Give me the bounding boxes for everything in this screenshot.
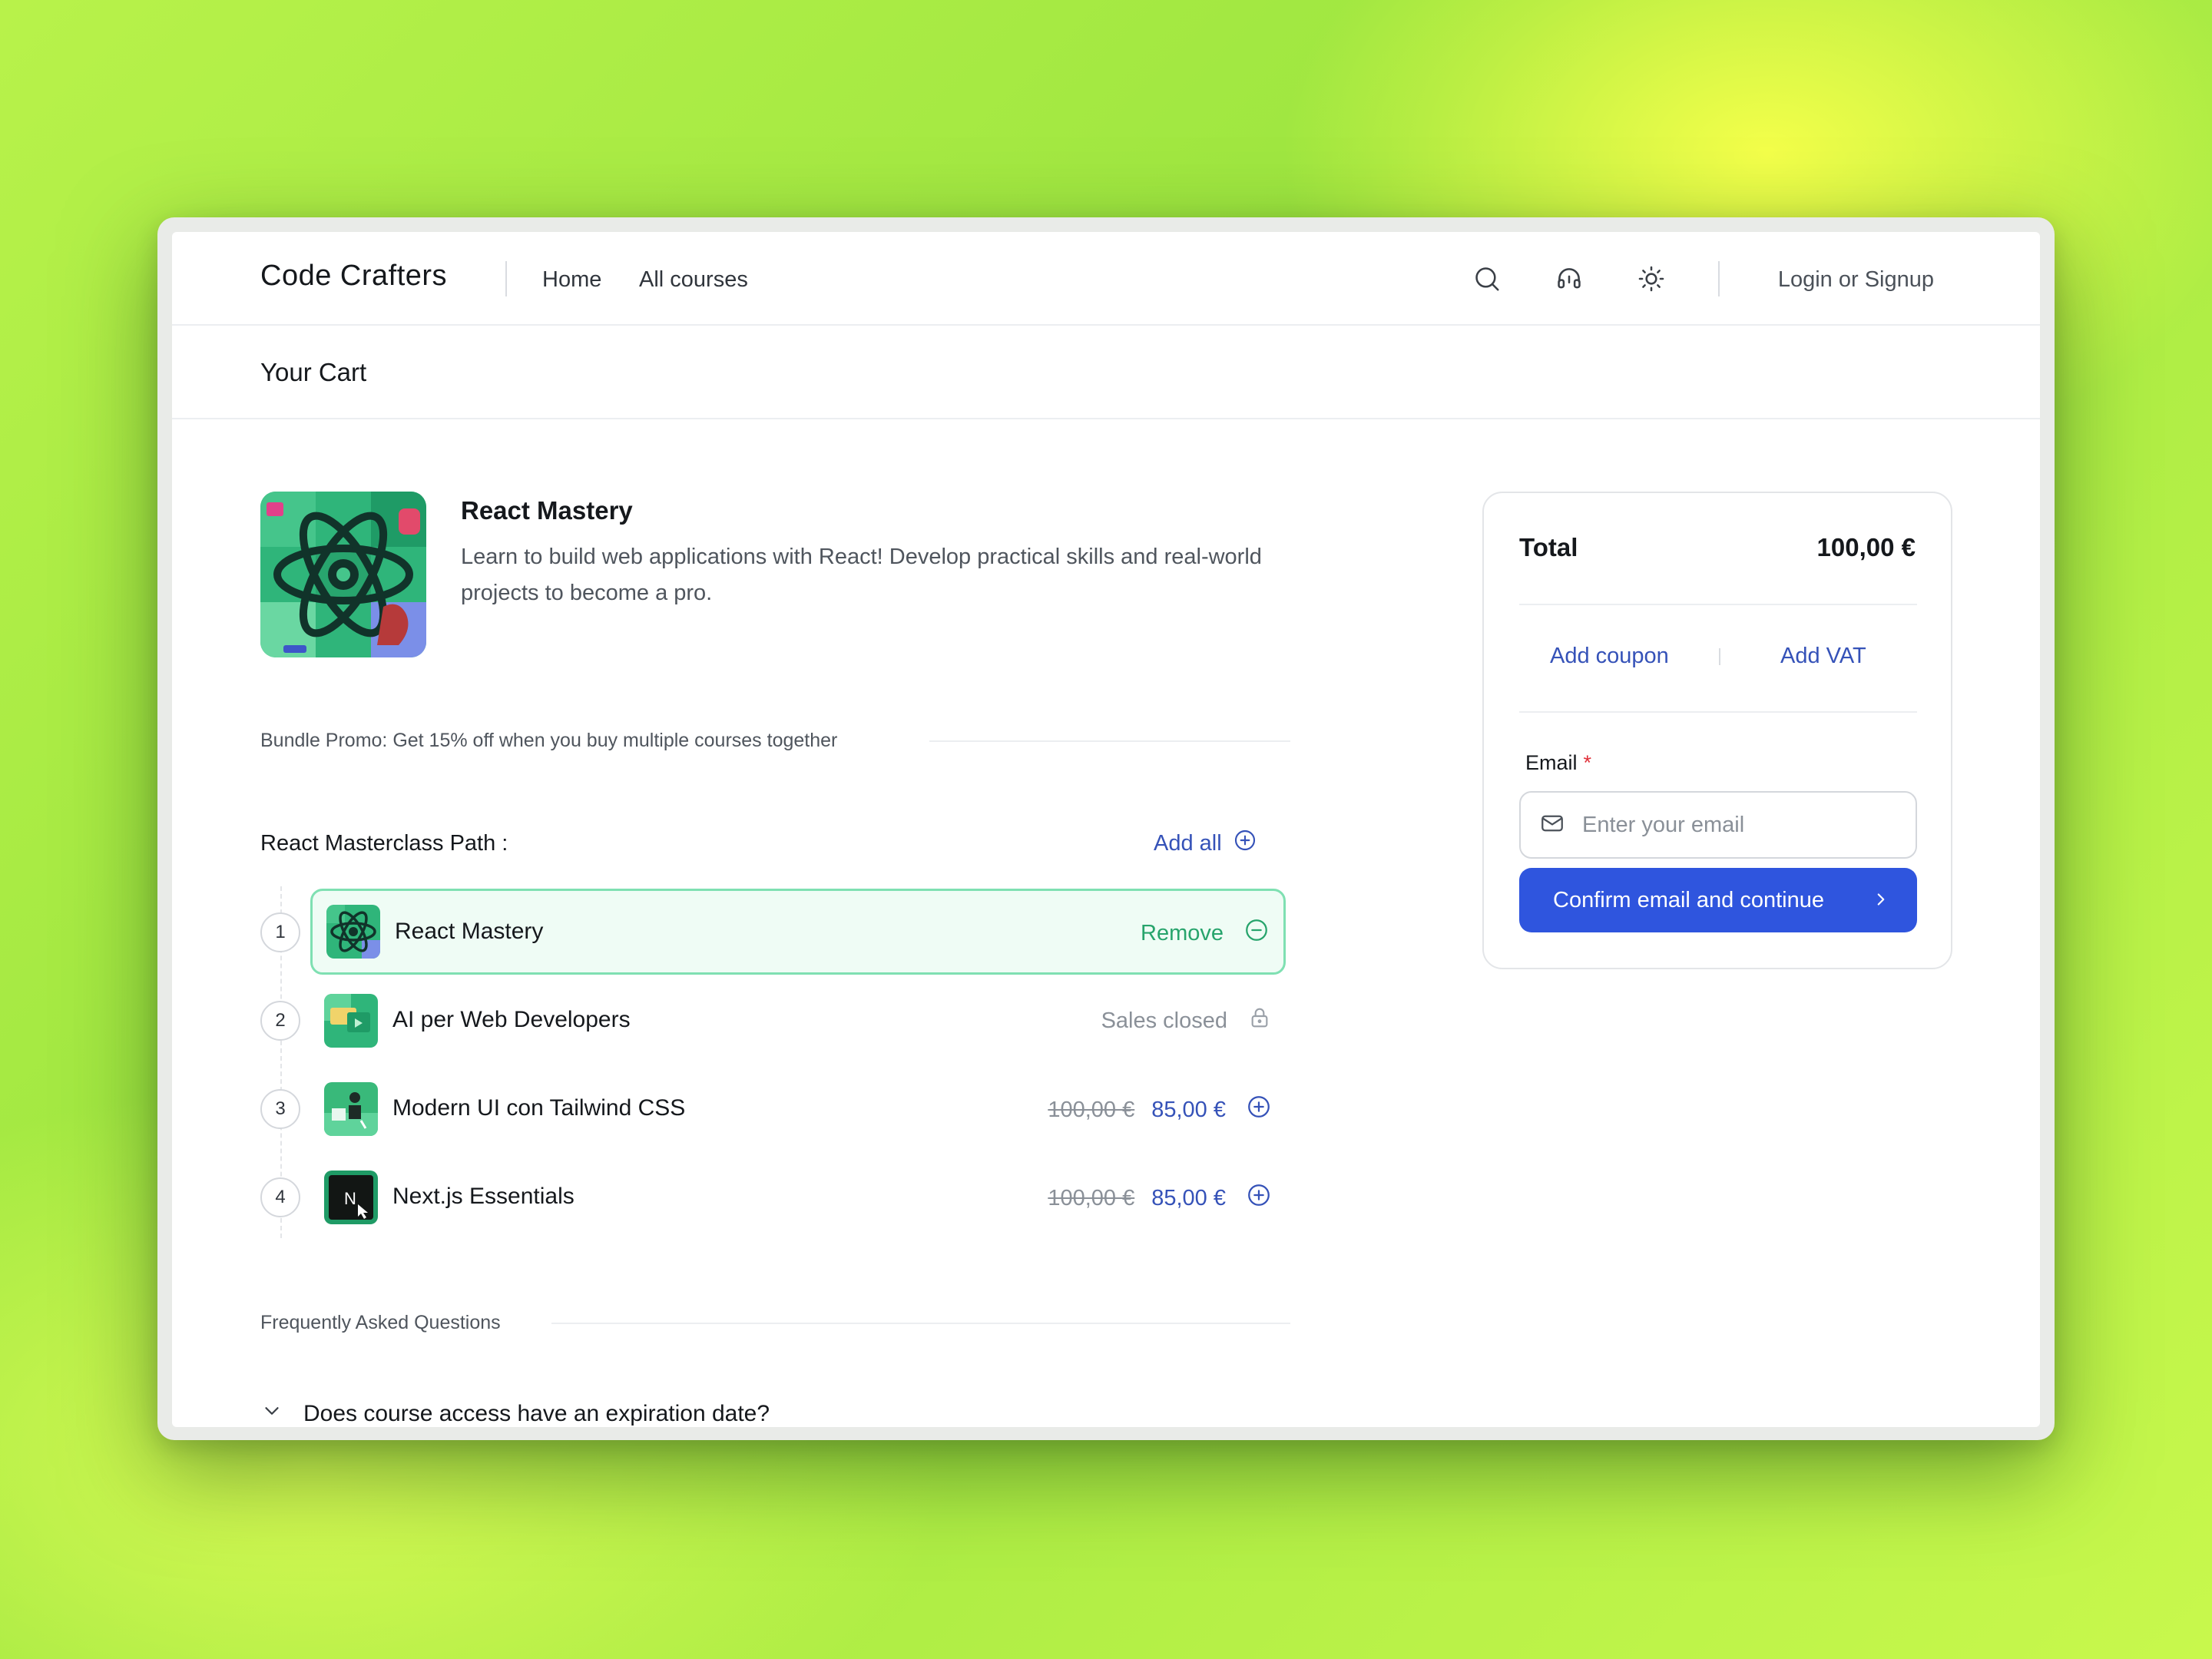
cart-item-title: React Mastery bbox=[461, 496, 633, 525]
divider bbox=[1519, 604, 1917, 605]
nav-divider bbox=[505, 261, 507, 296]
bundle-course-row: React Mastery Remove bbox=[310, 889, 1286, 975]
remove-button[interactable]: Remove bbox=[1141, 917, 1270, 949]
plus-circle-icon bbox=[1246, 1094, 1272, 1126]
confirm-email-button[interactable]: Confirm email and continue bbox=[1519, 868, 1917, 932]
lock-icon bbox=[1247, 1005, 1272, 1036]
required-marker: * bbox=[1583, 751, 1592, 774]
step-number: 4 bbox=[260, 1177, 300, 1217]
order-summary-card: Total 100,00 € Add coupon Add VAT Email *… bbox=[1482, 492, 1952, 969]
course-title: Next.js Essentials bbox=[392, 1184, 575, 1209]
add-course-button[interactable]: 100,00 € 85,00 € bbox=[1048, 1094, 1272, 1126]
faq-question: Does course access have an expiration da… bbox=[303, 1401, 770, 1426]
headset-icon[interactable] bbox=[1551, 261, 1587, 296]
total-label: Total bbox=[1519, 533, 1578, 561]
step-number: 3 bbox=[260, 1089, 300, 1129]
mail-icon bbox=[1539, 810, 1565, 840]
course-title: React Mastery bbox=[395, 919, 544, 944]
email-label-text: Email bbox=[1525, 751, 1578, 774]
top-navbar: Code Crafters Home All courses Login or … bbox=[172, 232, 2040, 326]
remove-label: Remove bbox=[1141, 920, 1224, 945]
chevron-down-icon bbox=[260, 1399, 283, 1427]
course-thumbnail bbox=[260, 492, 426, 657]
bundle-course-row: N Next.js Essentials 100,00 € 85,00 € bbox=[310, 1154, 1286, 1240]
step-number: 1 bbox=[260, 912, 300, 952]
email-input[interactable] bbox=[1582, 812, 1874, 838]
course-title: AI per Web Developers bbox=[392, 1007, 631, 1032]
bundle-course-row: Modern UI con Tailwind CSS 100,00 € 85,0… bbox=[310, 1066, 1286, 1152]
minus-circle-icon bbox=[1243, 917, 1270, 949]
bundle-path-title: React Masterclass Path : bbox=[260, 831, 508, 856]
course-thumbnail bbox=[326, 905, 380, 959]
email-label: Email * bbox=[1525, 751, 1591, 775]
course-thumbnail: N bbox=[324, 1171, 378, 1224]
bundle-course-row: AI per Web Developers Sales closed bbox=[310, 978, 1286, 1064]
email-field[interactable] bbox=[1519, 791, 1917, 859]
original-price: 100,00 € bbox=[1048, 1185, 1135, 1210]
login-signup-link[interactable]: Login or Signup bbox=[1778, 267, 1934, 293]
faq-heading: Frequently Asked Questions bbox=[260, 1312, 501, 1333]
confirm-button-label: Confirm email and continue bbox=[1553, 887, 1825, 912]
browser-window: Code Crafters Home All courses Login or … bbox=[172, 232, 2040, 1427]
sales-closed-status: Sales closed bbox=[1101, 1005, 1272, 1036]
page-title: Your Cart bbox=[260, 358, 367, 386]
bundle-promo-text: Bundle Promo: Get 15% off when you buy m… bbox=[260, 730, 838, 751]
plus-circle-icon bbox=[1246, 1182, 1272, 1214]
chevron-right-icon bbox=[1871, 889, 1891, 916]
discounted-price: 85,00 € bbox=[1151, 1185, 1226, 1210]
divider bbox=[1519, 711, 1917, 713]
sun-icon[interactable] bbox=[1634, 261, 1669, 296]
step-number: 2 bbox=[260, 1001, 300, 1041]
original-price: 100,00 € bbox=[1048, 1097, 1135, 1122]
section-divider bbox=[551, 1323, 1290, 1324]
link-separator bbox=[1719, 648, 1720, 665]
add-all-label: Add all bbox=[1154, 830, 1222, 856]
total-value: 100,00 € bbox=[1816, 533, 1916, 561]
add-course-button[interactable]: 100,00 € 85,00 € bbox=[1048, 1182, 1272, 1214]
cart-item-description: Learn to build web applications with Rea… bbox=[461, 545, 1262, 605]
page-header: Your Cart bbox=[172, 326, 2040, 419]
brand-logo[interactable]: Code Crafters bbox=[260, 260, 447, 293]
course-thumbnail bbox=[324, 994, 378, 1048]
nav-divider-right bbox=[1718, 261, 1720, 296]
sales-closed-label: Sales closed bbox=[1101, 1008, 1227, 1033]
faq-item[interactable]: Does course access have an expiration da… bbox=[260, 1399, 770, 1427]
plus-circle-icon bbox=[1233, 828, 1257, 859]
add-all-button[interactable]: Add all bbox=[1154, 828, 1257, 859]
discounted-price: 85,00 € bbox=[1151, 1097, 1226, 1122]
add-coupon-link[interactable]: Add coupon bbox=[1550, 644, 1669, 669]
nav-home-link[interactable]: Home bbox=[542, 267, 601, 293]
svg-text:N: N bbox=[344, 1189, 356, 1208]
course-title: Modern UI con Tailwind CSS bbox=[392, 1095, 686, 1121]
nav-all-courses-link[interactable]: All courses bbox=[639, 267, 748, 293]
search-icon[interactable] bbox=[1469, 261, 1505, 296]
course-thumbnail bbox=[324, 1082, 378, 1136]
section-divider bbox=[929, 740, 1290, 742]
add-vat-link[interactable]: Add VAT bbox=[1780, 644, 1866, 669]
